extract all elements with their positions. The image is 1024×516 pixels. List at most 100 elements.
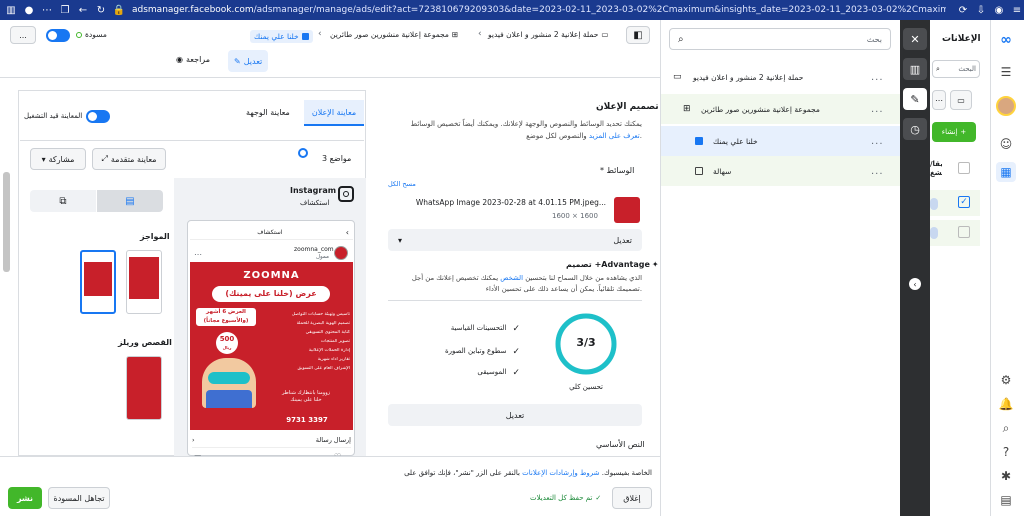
primary-text-label: النص الأساسي — [596, 440, 645, 449]
ad-feature: الإشراف العام على التسويق — [297, 366, 350, 371]
chevron-left-icon-2: ‹ — [478, 29, 482, 39]
view-toggle-grid[interactable]: ▤ — [97, 190, 163, 212]
collapse-chevron-icon[interactable]: ‹ — [909, 278, 921, 290]
tab-edit[interactable]: ✎ تعديل — [228, 50, 269, 72]
hamburger-menu-icon[interactable]: ☰ — [996, 62, 1016, 82]
close-button[interactable]: إغلاق — [612, 487, 652, 509]
profile-icon[interactable]: ● — [22, 3, 36, 17]
row-more-icon[interactable]: ... — [871, 136, 884, 147]
media-thumbnail[interactable] — [614, 197, 640, 223]
tree-row-campaign[interactable]: ... حملة إعلانية 2 منشور و اعلان فيديو ▭ — [661, 62, 901, 92]
ad-row-2-toggle[interactable] — [930, 227, 938, 239]
post-more-icon[interactable]: ⋯ — [194, 250, 202, 259]
phone-header: استكشاف ‹ — [190, 226, 353, 240]
draft-toggle[interactable] — [46, 29, 70, 42]
sync-icon[interactable]: ⟳ — [956, 3, 970, 17]
pin-icon[interactable]: ⇩ — [974, 3, 988, 17]
terms-link[interactable]: شروط وإرشادات الإعلانات — [522, 469, 599, 477]
history-icon[interactable]: ◷ — [903, 118, 927, 140]
tree-search-input[interactable]: ⌕ بحث — [669, 28, 891, 50]
tabs-icon[interactable]: ❐ — [58, 3, 72, 17]
tab-review[interactable]: ◉ مراجعة — [176, 55, 210, 64]
folder-icon: ▭ — [673, 72, 682, 82]
row-more-icon[interactable]: ... — [871, 104, 884, 115]
menu-icon[interactable]: ≡ — [1010, 3, 1024, 17]
help-icon[interactable]: ? — [996, 442, 1016, 462]
design-title: تصميم الإعلان — [596, 102, 659, 112]
panel-icon: ◧ — [633, 29, 643, 41]
ads-search-input[interactable]: ⌕ البحث — [932, 60, 980, 78]
breadcrumb-campaign[interactable]: حملة إعلانية 2 منشور و اعلان فيديو ▭ — [488, 30, 608, 39]
create-button[interactable]: إنشاء + — [932, 122, 976, 142]
more-button[interactable]: ⋯ — [932, 90, 946, 110]
person-link[interactable]: الشخص — [500, 274, 523, 282]
check-icon: ✓ — [512, 368, 520, 378]
publish-button[interactable]: نشر — [8, 487, 42, 509]
saved-status: تم حفظ كل التعديلات ✓ — [530, 494, 602, 502]
feed-thumb-1[interactable] — [80, 250, 116, 314]
panel-toggle-button[interactable]: ◧ — [626, 26, 650, 44]
more-icon[interactable]: ⋯ — [40, 3, 54, 17]
clear-all-link[interactable]: مسح الكل — [388, 180, 416, 188]
table-grid-icon[interactable]: ▦ — [996, 162, 1016, 182]
discard-draft-button[interactable]: تجاهل المسودة — [48, 487, 110, 509]
chevron-left-icon: ‹ — [318, 29, 322, 39]
grid-icon: ⊞ — [451, 30, 459, 39]
more-options-button[interactable]: ... — [10, 26, 36, 44]
select-all-checkbox[interactable] — [958, 162, 970, 174]
advantage-edit-button[interactable]: تعديل — [388, 404, 642, 426]
search-icon: ⌕ — [678, 33, 684, 45]
bell-icon[interactable]: 🔔 — [996, 394, 1016, 414]
smiley-icon[interactable]: ☺ — [996, 134, 1016, 154]
edit-icon[interactable]: ✎ — [903, 88, 927, 110]
ad-row-1-toggle[interactable] — [930, 198, 938, 210]
view-toggle-single[interactable]: ⧉ — [30, 190, 96, 212]
caret-down-icon: ▾ — [41, 154, 46, 164]
meta-logo-icon[interactable]: ∞ — [996, 30, 1016, 50]
single-view-icon: ⧉ — [59, 195, 67, 207]
sidebar-collapse-icon[interactable]: ▤ — [996, 490, 1016, 510]
settings-icon[interactable]: ⚙ — [996, 370, 1016, 390]
tree-row-ad-selected[interactable]: ... خلنا علي يمنك — [661, 126, 901, 156]
row-more-icon[interactable]: ... — [871, 72, 884, 83]
sidebar-toggle-icon[interactable]: ▥ — [4, 3, 18, 17]
media-edit-dropdown[interactable]: ▾ تعديل — [388, 229, 642, 251]
check-icon: ✓ — [512, 347, 520, 357]
advanced-preview-button[interactable]: ⤢ معاينة متقدمة — [92, 148, 166, 170]
option-standard: التحسينات القياسية ✓ — [450, 324, 520, 334]
back-icon[interactable]: ← — [76, 3, 90, 17]
url-bar[interactable]: adsmanager.facebook.com/adsmanager/manag… — [132, 3, 946, 17]
ad-row-1-checkbox[interactable]: ✓ — [958, 196, 970, 208]
breadcrumb-adset[interactable]: مجموعة إعلانية منشورين صور طائرين ⊞ — [330, 30, 458, 39]
ad-feature: تأسيس وتهيئة حسابات التواصل — [291, 312, 350, 317]
tree-row-adset[interactable]: ... مجموعة إعلانية منشورين صور طائرين ⊞ — [661, 94, 901, 124]
tab-landing-preview[interactable]: معاينة الوجهة — [246, 108, 290, 117]
send-message-cta[interactable]: › إرسال رسالة — [192, 436, 351, 448]
placement-radio[interactable] — [298, 148, 308, 158]
learn-more-link[interactable]: تعرف على المزيد — [589, 132, 640, 140]
ad-row-2-checkbox[interactable] — [958, 226, 970, 238]
feed-thumb-2[interactable] — [126, 250, 162, 314]
person-shirt-shape — [206, 390, 252, 408]
stories-thumb[interactable] — [126, 356, 162, 420]
live-preview-toggle[interactable] — [86, 110, 110, 123]
breadcrumb-ad[interactable]: خلنا علي يمنك — [250, 30, 313, 43]
close-panel-button[interactable]: ✕ — [903, 28, 927, 50]
check-icon: ✓ — [595, 494, 602, 502]
bug-icon[interactable]: ✱ — [996, 466, 1016, 486]
tree-row-ad[interactable]: ... سهالة — [661, 156, 901, 186]
design-description: يمكنك تحديد الوسائط والنصوص والوجهة لإعل… — [410, 120, 642, 140]
left-scrollbar[interactable] — [3, 172, 10, 272]
search-icon[interactable]: ⌕ — [996, 418, 1016, 438]
ad-feature: تصوير المنتجات — [320, 339, 350, 344]
grid-icon: ⊞ — [683, 104, 691, 114]
row-more-icon[interactable]: ... — [871, 166, 884, 177]
profile-circle-icon[interactable]: ◉ — [992, 3, 1006, 17]
ad-price-badge: 500 ريال — [216, 332, 238, 354]
share-button[interactable]: ▾ مشاركة — [30, 148, 86, 170]
folder-button[interactable]: ▭ — [950, 90, 972, 110]
chart-icon[interactable]: ▥ — [903, 58, 927, 80]
tab-ad-preview[interactable]: معاينة الإعلان — [304, 100, 364, 126]
user-avatar[interactable] — [996, 96, 1016, 116]
reload-icon[interactable]: ↻ — [94, 3, 108, 17]
